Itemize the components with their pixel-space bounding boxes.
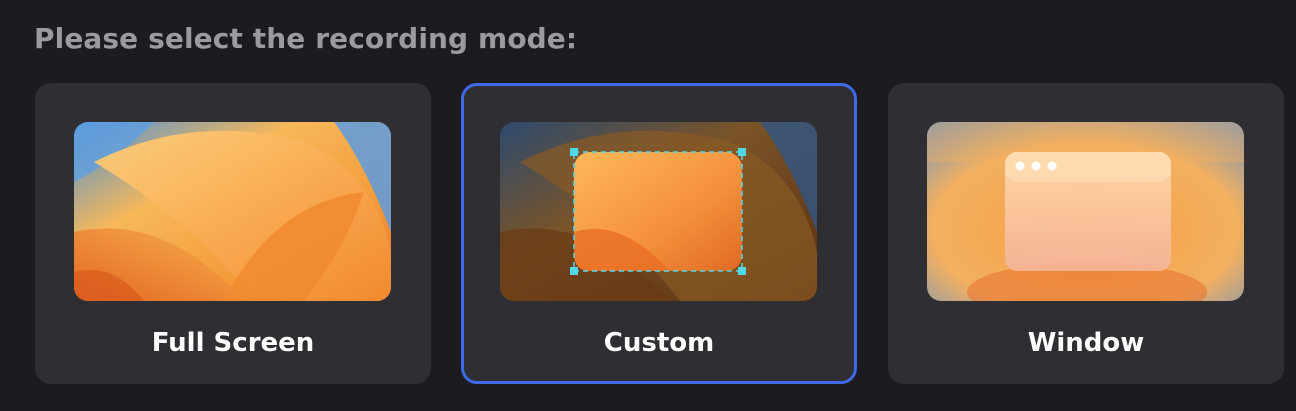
- wallpaper-fullscreen-icon: [74, 122, 391, 301]
- mode-card-full-screen[interactable]: Full Screen: [35, 83, 431, 384]
- mode-card-custom[interactable]: Custom: [461, 83, 857, 384]
- mode-label-window: Window: [1027, 328, 1145, 358]
- mode-card-window[interactable]: Window: [888, 83, 1284, 384]
- mode-label-full-screen: Full Screen: [151, 328, 315, 358]
- window-icon: [927, 122, 1244, 301]
- mode-label-custom: Custom: [603, 328, 715, 358]
- recording-mode-prompt: Please select the recording mode:: [34, 22, 578, 55]
- custom-region-icon: [500, 122, 817, 301]
